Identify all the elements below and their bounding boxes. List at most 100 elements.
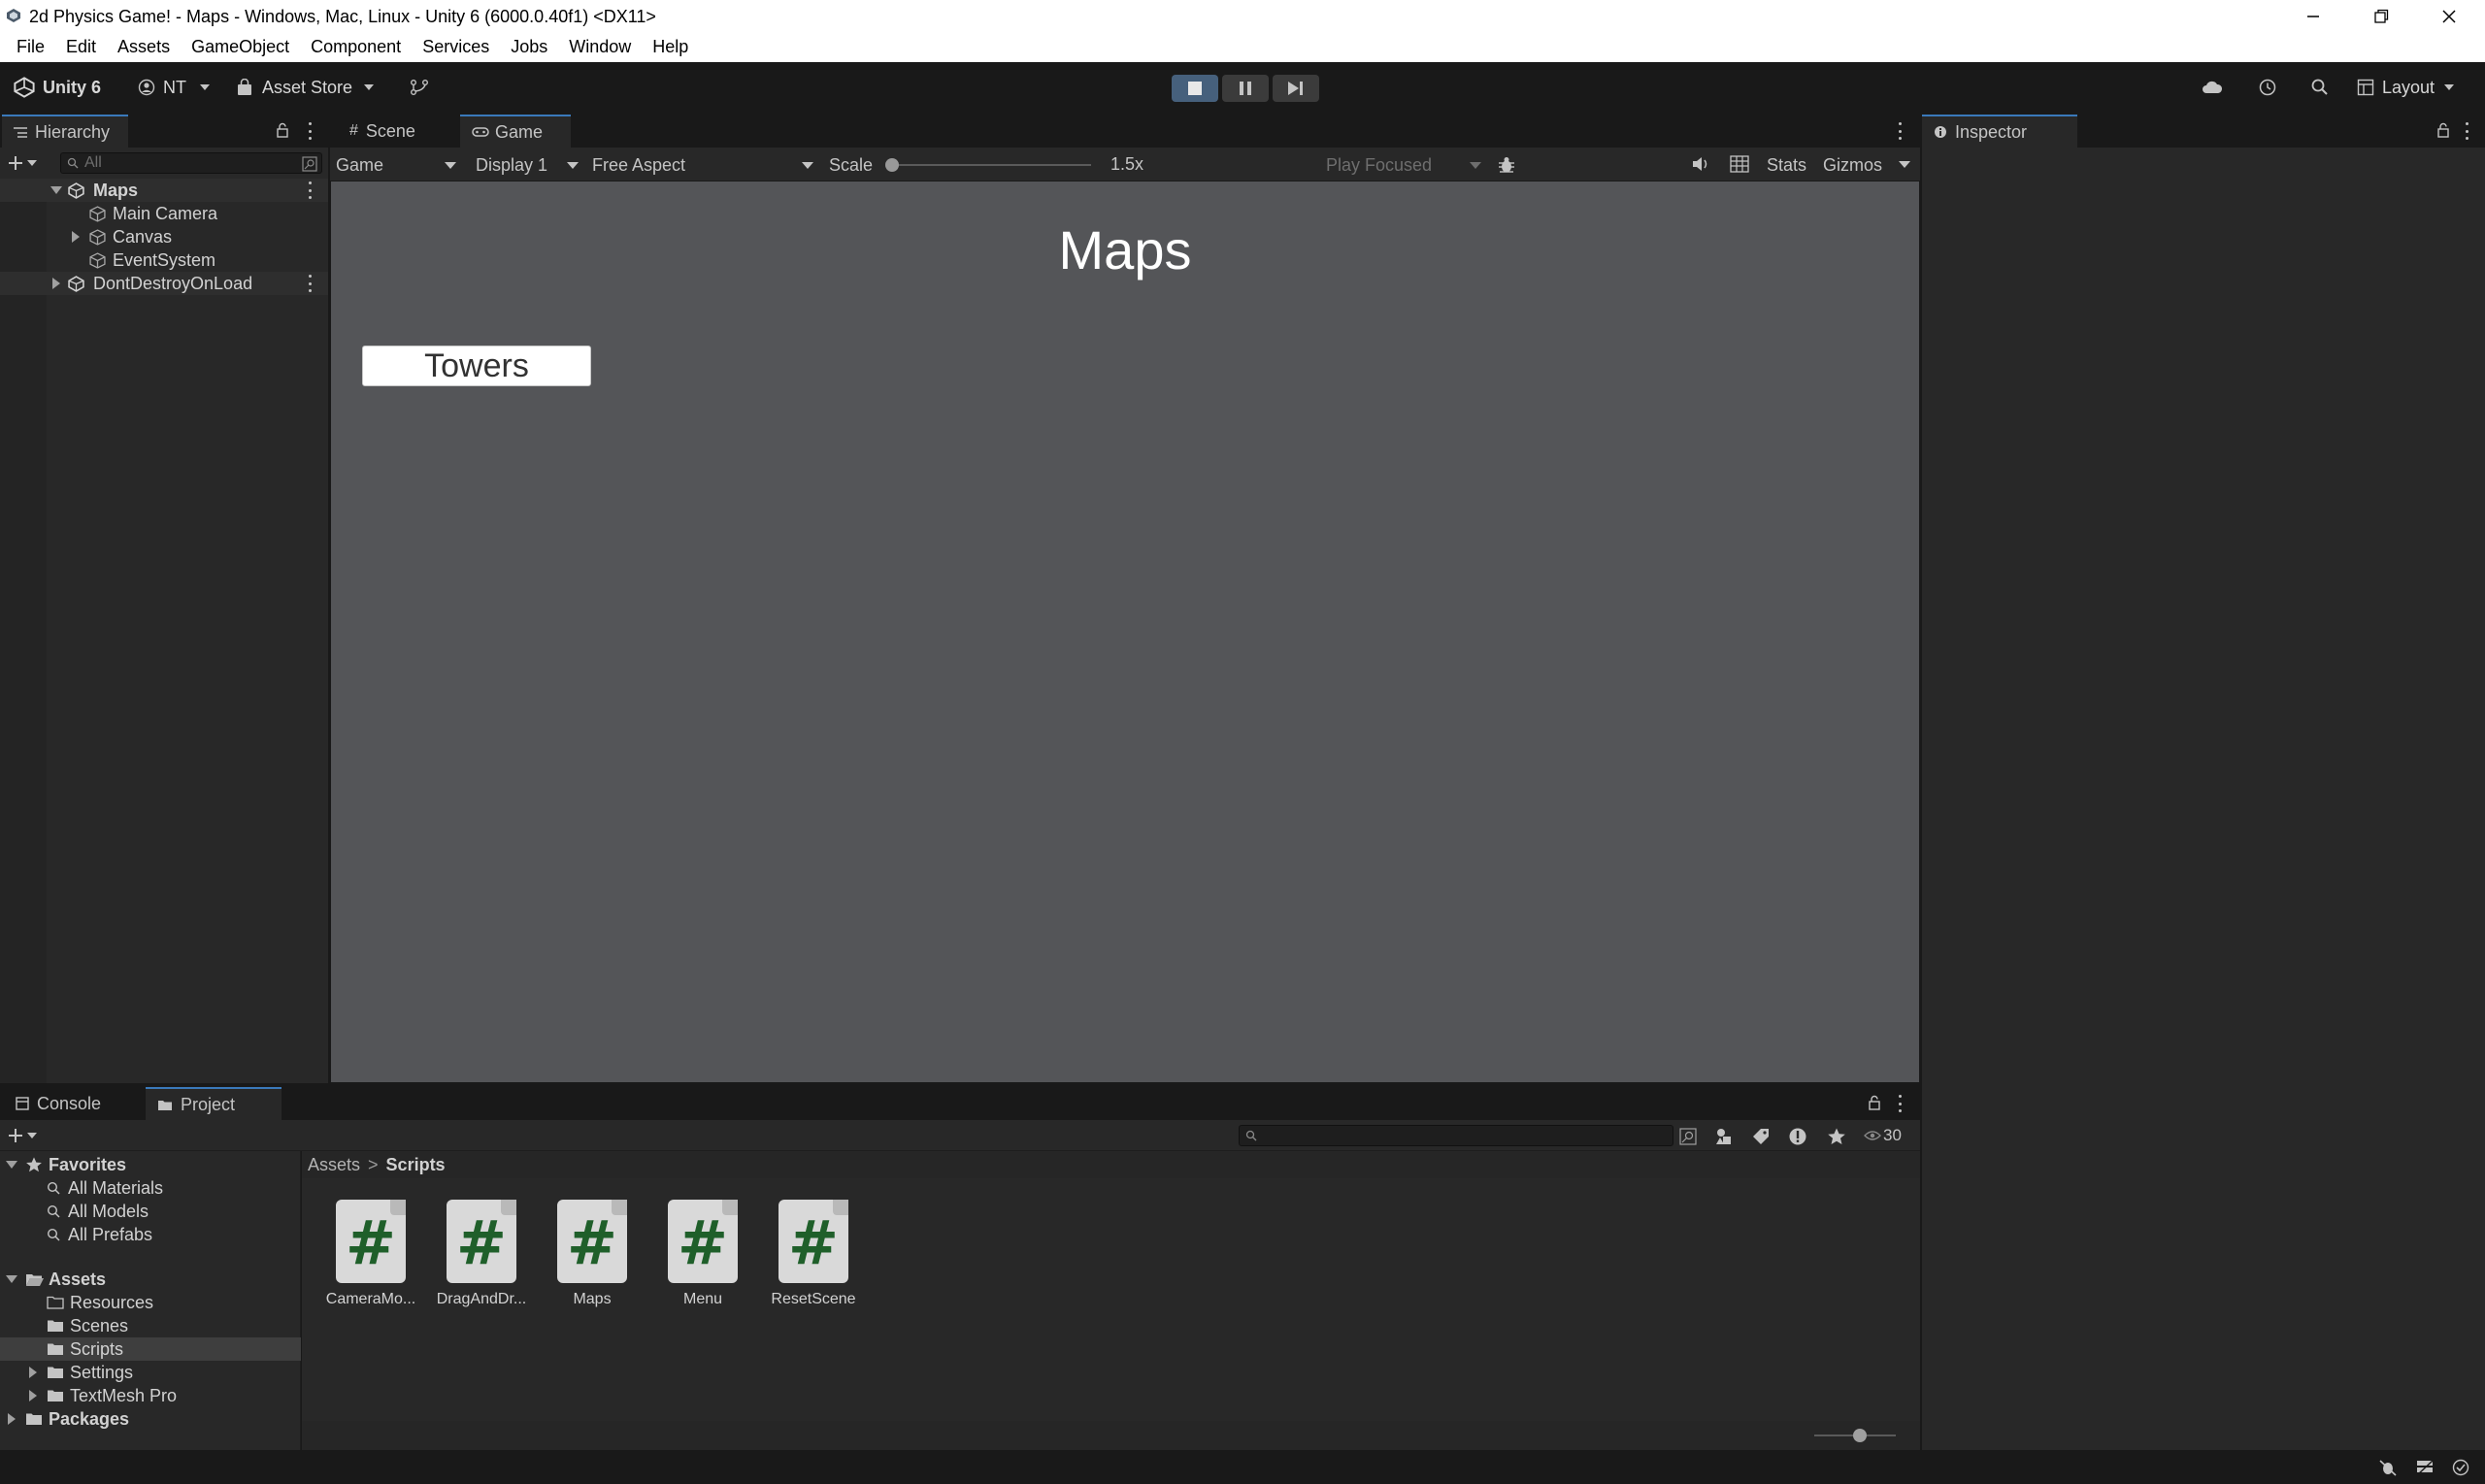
tree-favorites[interactable]: Favorites [0,1153,301,1176]
pause-button[interactable] [1222,75,1269,102]
cloud-button[interactable] [2202,62,2223,113]
game-mode-dropdown[interactable]: Game [336,152,460,178]
menu-gameobject[interactable]: GameObject [181,37,300,57]
scale-slider[interactable]: Scale 1.5x [829,152,1149,178]
tree-item-all-prefabs[interactable]: All Prefabs [0,1223,301,1246]
fold-collapsed-icon[interactable] [29,1367,37,1378]
script-asset[interactable]: # Menu [638,1200,745,1316]
hierarchy-row-main-camera[interactable]: Main Camera [0,202,328,225]
search-filter-icon[interactable] [1679,1128,1697,1145]
gizmos-chevron-down-icon[interactable] [1899,161,1910,168]
icon-size-slider-thumb[interactable] [1853,1429,1867,1442]
chevron-down-icon [1470,162,1481,169]
tab-inspector[interactable]: Inspector [1922,115,2077,148]
layout-dropdown[interactable]: Layout [2357,62,2455,113]
tab-scene[interactable]: # Scene [338,115,452,148]
menu-help[interactable]: Help [642,37,699,57]
speaker-mute-icon[interactable] [1691,155,1710,173]
history-button[interactable] [2258,62,2277,113]
play-focused-dropdown[interactable]: Play Focused [1326,152,1485,178]
tree-item-label: Settings [70,1363,134,1382]
script-asset[interactable]: # DragAndDr... [416,1200,526,1316]
project-create-dropdown[interactable] [8,1126,47,1145]
menu-jobs[interactable]: Jobs [500,37,558,57]
row-menu-kebab[interactable] [307,181,313,199]
menu-window[interactable]: Window [558,37,642,57]
menu-assets[interactable]: Assets [107,37,181,57]
asset-store-dropdown[interactable]: Asset Store [237,62,375,113]
step-button[interactable] [1273,75,1319,102]
minimize-button[interactable] [2279,0,2347,32]
close-window-button[interactable] [2415,0,2483,32]
towers-button[interactable]: Towers [362,346,591,386]
fold-expanded-icon[interactable] [6,1161,17,1169]
project-menu-kebab[interactable] [1897,1095,1903,1112]
filter-warning-icon[interactable] [1788,1127,1807,1146]
hierarchy-menu-kebab[interactable] [307,122,313,140]
lock-icon[interactable] [276,122,289,138]
unity-version-button[interactable]: Unity 6 [14,62,101,113]
hierarchy-row-eventsystem[interactable]: EventSystem [0,248,328,272]
hierarchy-row-dontdestroyonload[interactable]: DontDestroyOnLoad [0,272,328,295]
script-asset[interactable]: # CameraMo... [306,1200,415,1316]
gizmos-button[interactable]: Gizmos [1823,152,1901,178]
lock-icon[interactable] [2436,122,2450,138]
account-dropdown[interactable]: NT [138,62,210,113]
breadcrumb-scripts[interactable]: Scripts [386,1155,446,1175]
menu-file[interactable]: File [6,37,55,57]
tree-item-resources[interactable]: Resources [0,1291,301,1314]
search-button[interactable] [2310,62,2330,113]
stats-button[interactable]: Stats [1767,152,1806,178]
aspect-dropdown[interactable]: Free Aspect [592,152,817,178]
display-dropdown[interactable]: Display 1 [476,152,582,178]
project-search-input[interactable] [1239,1125,1673,1146]
fold-collapsed-icon[interactable] [8,1413,16,1425]
filter-by-type-icon[interactable] [1714,1127,1734,1146]
inspector-menu-kebab[interactable] [2464,122,2469,140]
bug-icon[interactable] [1497,155,1516,175]
visible-count-toggle[interactable]: 30 [1864,1126,1902,1145]
row-menu-kebab[interactable] [307,275,313,292]
fold-expanded-icon[interactable] [50,186,62,194]
restore-button[interactable] [2347,0,2415,32]
tree-item-all-models[interactable]: All Models [0,1200,301,1223]
create-dropdown-button[interactable] [8,153,47,173]
favorite-star-icon[interactable] [1827,1127,1846,1146]
cache-server-icon[interactable] [2415,1459,2435,1476]
hierarchy-search-input[interactable]: All [60,152,322,174]
hierarchy-row-maps-scene[interactable]: Maps [0,179,328,202]
version-control-button[interactable] [410,62,429,113]
game-viewport[interactable]: Maps Towers [330,181,1920,1083]
menu-component[interactable]: Component [300,37,412,57]
scale-slider-thumb[interactable] [885,158,899,172]
fold-collapsed-icon[interactable] [52,278,60,289]
tree-packages[interactable]: Packages [0,1407,301,1431]
progress-check-icon[interactable] [2452,1459,2469,1476]
search-filter-icon[interactable] [302,156,317,172]
tab-hierarchy[interactable]: Hierarchy [2,115,128,148]
breadcrumb-assets[interactable]: Assets [308,1155,360,1175]
hierarchy-row-canvas[interactable]: Canvas [0,225,328,248]
fold-collapsed-icon[interactable] [72,231,80,243]
fold-collapsed-icon[interactable] [29,1390,37,1402]
tree-item-scripts[interactable]: Scripts [0,1337,301,1361]
menu-edit[interactable]: Edit [55,37,107,57]
menu-services[interactable]: Services [412,37,500,57]
tree-item-scenes[interactable]: Scenes [0,1314,301,1337]
center-menu-kebab[interactable] [1897,122,1903,140]
script-asset[interactable]: # Maps [527,1200,634,1316]
tab-project[interactable]: Project [146,1087,282,1120]
fold-expanded-icon[interactable] [6,1275,17,1283]
tab-game[interactable]: Game [460,115,571,148]
filter-by-label-icon[interactable] [1751,1127,1771,1146]
stats-grid-icon[interactable] [1730,155,1749,173]
play-stop-button[interactable] [1172,75,1218,102]
tree-assets[interactable]: Assets [0,1268,301,1291]
tree-item-settings[interactable]: Settings [0,1361,301,1384]
tab-console[interactable]: Console [4,1087,138,1120]
debug-mode-icon[interactable] [2378,1459,2398,1476]
script-asset[interactable]: # ResetScene [748,1200,856,1316]
lock-icon[interactable] [1868,1095,1881,1110]
tree-item-textmesh-pro[interactable]: TextMesh Pro [0,1384,301,1407]
tree-item-all-materials[interactable]: All Materials [0,1176,301,1200]
